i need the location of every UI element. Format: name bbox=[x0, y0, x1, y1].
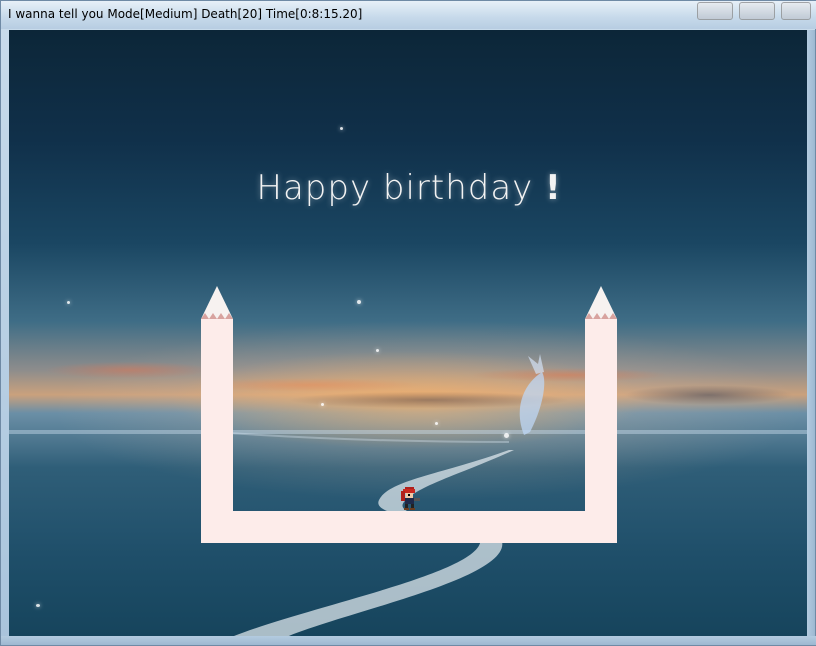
left-spike-icon bbox=[201, 286, 233, 319]
window-title: I wanna tell you Mode[Medium] Death[20] … bbox=[8, 7, 363, 21]
winding-road bbox=[213, 431, 514, 638]
close-button[interactable] bbox=[781, 2, 811, 20]
platform-floor bbox=[201, 511, 617, 543]
right-spike-icon bbox=[585, 286, 617, 319]
maximize-button[interactable] bbox=[739, 2, 775, 20]
sparkle bbox=[504, 433, 509, 438]
game-viewport[interactable]: Happy birthday ! bbox=[9, 30, 809, 638]
sparkle bbox=[321, 403, 324, 406]
sparkle bbox=[36, 604, 40, 607]
game-window: I wanna tell you Mode[Medium] Death[20] … bbox=[0, 0, 816, 646]
window-frame-right bbox=[807, 30, 815, 638]
sparkle bbox=[435, 422, 438, 425]
birthday-headline: Happy birthday ! bbox=[9, 168, 809, 208]
window-controls bbox=[697, 1, 811, 21]
sparkle bbox=[67, 301, 70, 304]
minimize-button[interactable] bbox=[697, 2, 733, 20]
fish-icon bbox=[519, 354, 545, 435]
title-bar[interactable]: I wanna tell you Mode[Medium] Death[20] … bbox=[1, 1, 816, 29]
left-pillar bbox=[201, 319, 233, 543]
player-kid-icon bbox=[401, 487, 420, 510]
headline-exclamation: ! bbox=[545, 168, 562, 208]
window-frame-bottom bbox=[1, 636, 816, 645]
sparkle bbox=[357, 300, 361, 304]
headline-text: Happy birthday bbox=[256, 168, 534, 208]
sparkle bbox=[376, 349, 379, 352]
sparkle bbox=[340, 127, 343, 130]
right-pillar bbox=[585, 319, 617, 543]
